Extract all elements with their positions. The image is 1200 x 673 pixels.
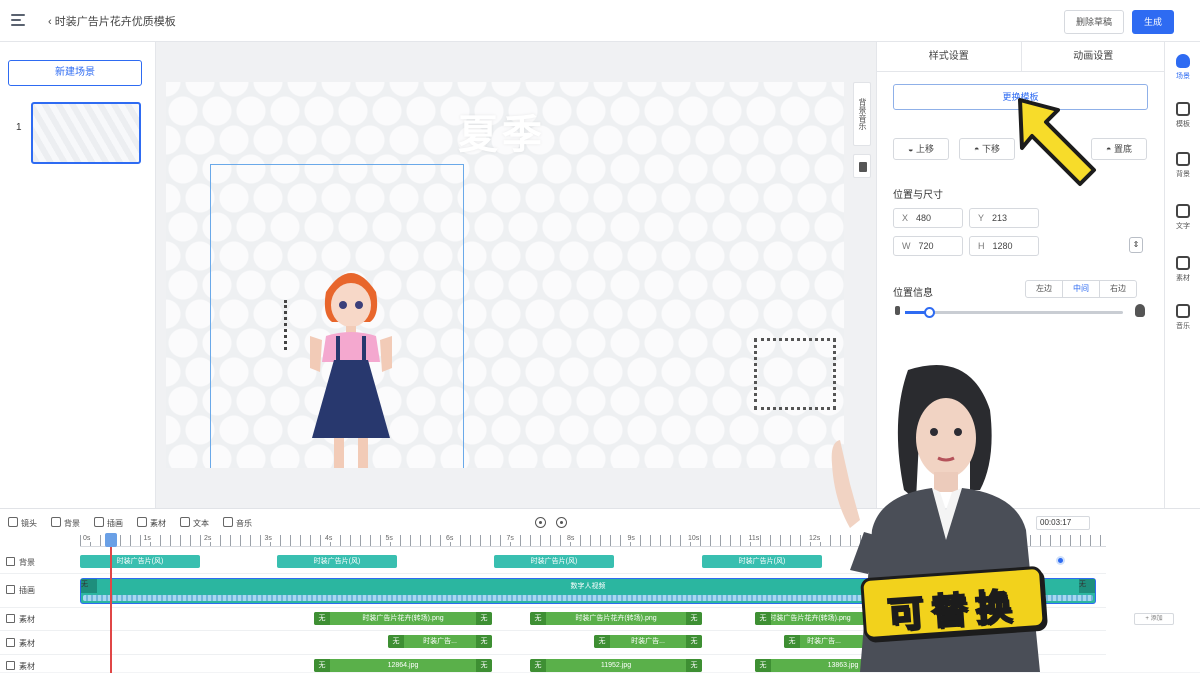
align-right-button[interactable]: 右边 <box>1099 281 1136 297</box>
rail-background[interactable]: 背景 <box>1165 152 1200 179</box>
clip-cap: 无 <box>1079 579 1095 593</box>
music-icon <box>1176 304 1190 318</box>
text-icon <box>1176 204 1190 218</box>
layer-up-icon: ◒ <box>908 144 914 154</box>
music-tool[interactable]: 音乐 <box>223 517 252 529</box>
rail-text[interactable]: 文字 <box>1165 204 1200 231</box>
material-clip[interactable]: 无时装广告... 无 <box>388 635 492 648</box>
background-icon <box>1176 152 1190 166</box>
scene-panel: 新建场景 1 <box>0 42 156 508</box>
generate-button[interactable]: 生成 <box>1132 10 1174 34</box>
rail-template[interactable]: 模板 <box>1165 102 1200 129</box>
timeline-toolbar: 镜头 背景 插画 素材 文本 音乐 <box>8 517 252 529</box>
size-stepper-icon[interactable]: ⇕ <box>1129 237 1143 253</box>
position-title: 位置信息 <box>893 288 933 299</box>
material-clip[interactable]: 无时装广告片花卉(转场).png 无 <box>530 612 702 625</box>
rail-music[interactable]: 音乐 <box>1165 304 1200 331</box>
y-field[interactable]: Y 213 <box>969 208 1039 228</box>
scale-slider[interactable] <box>905 307 1123 318</box>
icon-rail: 场景 模板 背景 文字 素材 音乐 <box>1164 42 1200 508</box>
material-tool[interactable]: 素材 <box>137 517 166 529</box>
menu-icon[interactable] <box>11 14 25 26</box>
replaceable-badge: 可替换 <box>860 565 1046 641</box>
background-tool[interactable]: 背景 <box>51 517 80 529</box>
rewind-icon[interactable] <box>535 517 546 528</box>
material-clip[interactable]: 无 11952.jpg 无 <box>530 659 702 672</box>
playhead[interactable] <box>105 533 117 673</box>
cartoon-girl-figure[interactable] <box>296 260 406 468</box>
background-clip[interactable]: 时装广告片(风) <box>277 555 397 568</box>
background-music-tool[interactable]: 背景音乐 <box>853 82 871 146</box>
template-icon <box>1176 102 1190 116</box>
person-large-icon <box>1135 304 1145 317</box>
align-left-button[interactable]: 左边 <box>1026 281 1062 297</box>
material-clip[interactable]: 无 12864.jpg 无 <box>314 659 492 672</box>
track-label-illustration: 插画 <box>6 585 35 596</box>
layer-down-icon: ◓ <box>974 144 980 154</box>
trash-icon[interactable] <box>853 154 871 178</box>
ruler-label: 3s <box>263 535 273 542</box>
chevron-left-icon: ‹ <box>48 16 52 28</box>
scene-thumbnail[interactable] <box>31 102 141 164</box>
ruler-label: 8s <box>566 535 576 542</box>
page-title: 时装广告片花卉优质模板 <box>54 16 176 28</box>
image-icon <box>1176 256 1190 270</box>
height-field[interactable]: H 1280 <box>969 236 1039 256</box>
ruler-label: 6s <box>445 535 455 542</box>
material-clip[interactable]: 无时装广告片花卉(转场).png 无 <box>314 612 492 625</box>
play-icon[interactable] <box>556 517 567 528</box>
ruler-label: 1s <box>142 535 152 542</box>
rail-material[interactable]: 素材 <box>1165 256 1200 283</box>
text-tool[interactable]: 文本 <box>180 517 209 529</box>
add-track-button[interactable]: + 添加 <box>1134 613 1174 625</box>
pointer-arrow-icon <box>1018 98 1096 186</box>
top-bar: ‹ 时装广告片花卉优质模板 删除草稿 生成 <box>0 0 1200 42</box>
align-center-button[interactable]: 中间 <box>1062 281 1099 297</box>
pos-size-title: 位置与尺寸 <box>893 190 943 201</box>
track-label-background: 背景 <box>6 557 35 568</box>
panel-tabs: 样式设置 动画设置 <box>877 42 1165 72</box>
background-clip[interactable]: 时装广告片(风) <box>80 555 200 568</box>
camera-tool[interactable]: 镜头 <box>8 517 37 529</box>
tab-animation[interactable]: 动画设置 <box>1020 42 1166 71</box>
ruler-label: 2s <box>203 535 213 542</box>
x-field[interactable]: X 480 <box>893 208 963 228</box>
ruler-label: 10s <box>687 535 701 542</box>
align-group: 左边 中间 右边 <box>1025 280 1137 298</box>
dot-decoration <box>284 300 294 350</box>
track-label-material: 素材 <box>6 638 35 649</box>
ruler-label: 0s <box>82 535 92 542</box>
width-field[interactable]: W 720 <box>893 236 963 256</box>
new-scene-button[interactable]: 新建场景 <box>8 60 142 86</box>
scene-index: 1 <box>16 122 22 133</box>
back-link[interactable]: ‹ 时装广告片花卉优质模板 <box>48 13 176 29</box>
track-label-material: 素材 <box>6 661 35 672</box>
canvas-area: 夏季 背景音乐 <box>156 42 876 508</box>
rail-scene[interactable]: 场景 <box>1165 54 1200 81</box>
move-up-button[interactable]: ◒ 上移 <box>893 138 949 160</box>
move-down-button[interactable]: ◓ 下移 <box>959 138 1015 160</box>
person-small-icon <box>895 306 900 315</box>
delete-draft-button[interactable]: 删除草稿 <box>1064 10 1124 34</box>
ruler-label: 11s <box>747 535 761 542</box>
video-canvas[interactable]: 夏季 <box>166 82 844 468</box>
illustration-tool[interactable]: 插画 <box>94 517 123 529</box>
track-label-material: 素材 <box>6 614 35 625</box>
canvas-title-text[interactable]: 夏季 <box>458 102 546 160</box>
ruler-label: 5s <box>384 535 394 542</box>
background-clip[interactable]: 时装广告片(风) <box>702 555 822 568</box>
tab-style[interactable]: 样式设置 <box>877 42 1021 71</box>
person-icon <box>1176 54 1190 68</box>
ruler-label: 4s <box>324 535 334 542</box>
slider-knob[interactable] <box>923 307 935 318</box>
ruler-label: 7s <box>505 535 515 542</box>
ruler-label: 9s <box>626 535 636 542</box>
layer-bottom-icon: ◓ <box>1106 144 1112 154</box>
background-clip[interactable]: 时装广告片(风) <box>494 555 614 568</box>
material-clip[interactable]: 无时装广告... 无 <box>594 635 702 648</box>
